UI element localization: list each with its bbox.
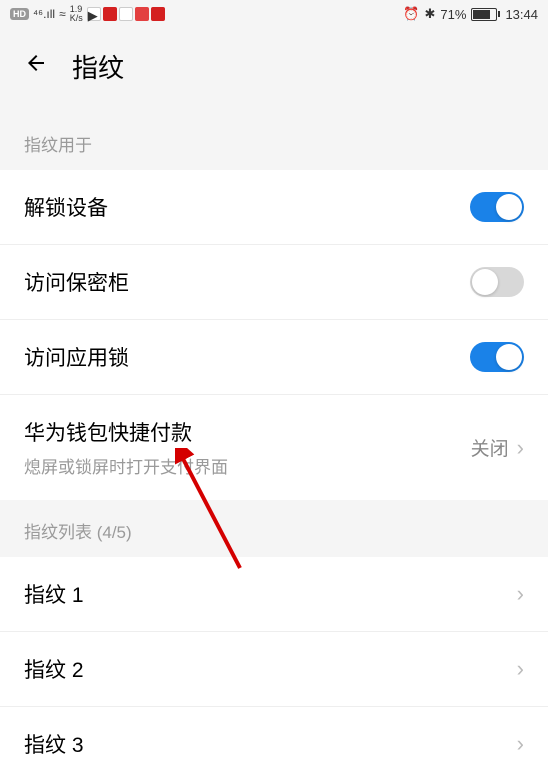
app-notif-icon — [135, 7, 149, 21]
app-notif-icon: ▶ — [87, 7, 101, 21]
wifi-icon: ≈ — [59, 7, 66, 21]
row-fingerprint-3[interactable]: 指纹 3 › — [0, 707, 548, 781]
row-label: 解锁设备 — [24, 192, 108, 222]
row-sublabel: 熄屏或锁屏时打开支付界面 — [24, 453, 228, 478]
row-value: 关闭 — [471, 434, 509, 461]
fingerprint-list: 指纹 1 › 指纹 2 › 指纹 3 › — [0, 557, 548, 781]
row-label: 访问保密柜 — [24, 267, 129, 297]
row-access-vault[interactable]: 访问保密柜 — [0, 245, 548, 320]
row-fingerprint-2[interactable]: 指纹 2 › — [0, 632, 548, 707]
network-speed: 1.9 K/s — [70, 5, 83, 23]
signal-icon: ⁴⁶.ıll — [33, 7, 55, 21]
status-bar: HD ⁴⁶.ıll ≈ 1.9 K/s ▶ ⏰ ✱ 71% 13:44 — [0, 0, 548, 28]
section-header-fplist: 指纹列表 (4/5) — [0, 500, 548, 557]
row-unlock-device[interactable]: 解锁设备 — [0, 170, 548, 245]
back-button[interactable] — [24, 51, 48, 82]
toggle-unlock[interactable] — [470, 192, 524, 222]
clock: 13:44 — [505, 7, 538, 22]
chevron-right-icon: › — [517, 581, 524, 607]
alarm-icon: ⏰ — [403, 6, 419, 22]
row-fingerprint-1[interactable]: 指纹 1 › — [0, 557, 548, 632]
page-title: 指纹 — [72, 48, 124, 85]
battery-percent: 71% — [440, 7, 466, 22]
battery-icon — [471, 8, 500, 21]
toggle-applock[interactable] — [470, 342, 524, 372]
section-header-usedfor: 指纹用于 — [0, 113, 548, 170]
chevron-right-icon: › — [517, 656, 524, 682]
toggle-vault[interactable] — [470, 267, 524, 297]
bluetooth-icon: ✱ — [425, 6, 436, 22]
status-left: HD ⁴⁶.ıll ≈ 1.9 K/s ▶ — [10, 5, 165, 23]
status-right: ⏰ ✱ 71% 13:44 — [403, 6, 538, 22]
row-label: 指纹 2 — [24, 654, 84, 684]
row-label: 指纹 1 — [24, 579, 84, 609]
hd-icon: HD — [10, 8, 29, 20]
row-access-applock[interactable]: 访问应用锁 — [0, 320, 548, 395]
row-label: 指纹 3 — [24, 729, 84, 759]
app-notif-icon — [119, 7, 133, 21]
row-label: 华为钱包快捷付款 — [24, 417, 228, 447]
notification-icons: ▶ — [87, 7, 165, 21]
chevron-right-icon: › — [517, 435, 524, 461]
row-label: 访问应用锁 — [24, 342, 129, 372]
row-wallet-quickpay[interactable]: 华为钱包快捷付款 熄屏或锁屏时打开支付界面 关闭 › — [0, 395, 548, 500]
chevron-right-icon: › — [517, 731, 524, 757]
app-notif-icon — [151, 7, 165, 21]
page-header: 指纹 — [0, 28, 548, 113]
app-notif-icon — [103, 7, 117, 21]
settings-list-usedfor: 解锁设备 访问保密柜 访问应用锁 华为钱包快捷付款 熄屏或锁屏时打开支付界面 关… — [0, 170, 548, 500]
